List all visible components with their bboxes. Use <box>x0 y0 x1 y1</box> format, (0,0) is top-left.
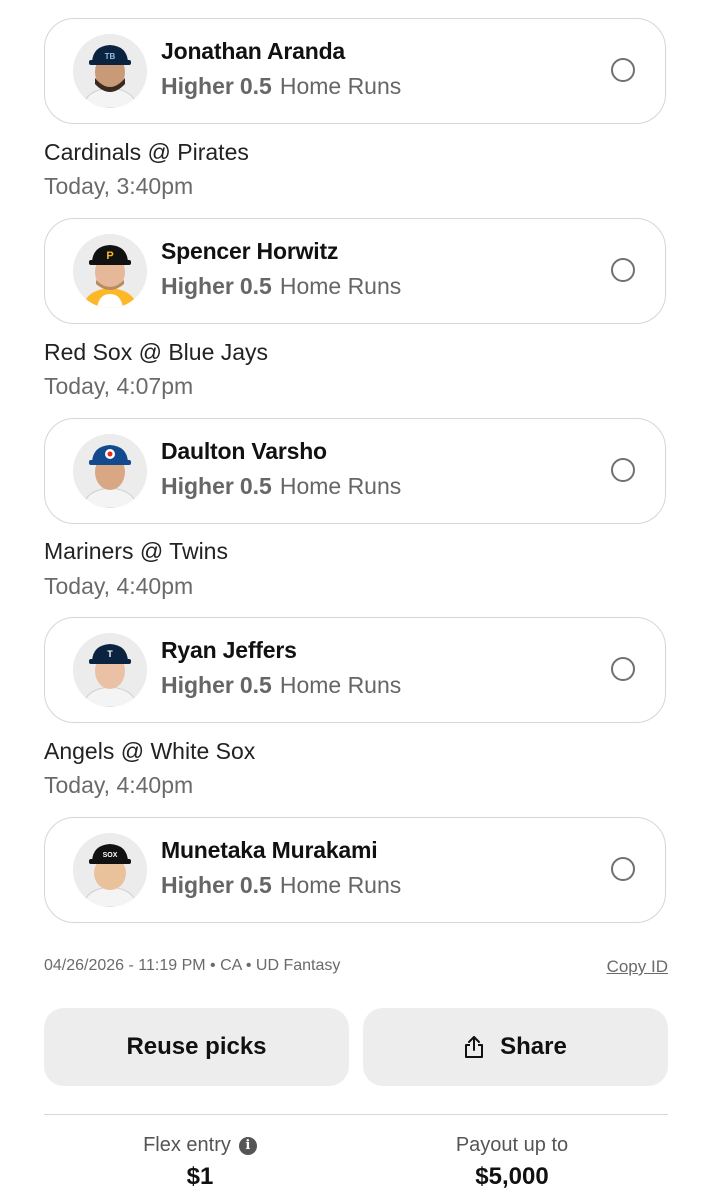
reuse-picks-button[interactable]: Reuse picks <box>44 1008 349 1086</box>
pick-card[interactable]: T Ryan Jeffers Higher 0.5 Home Runs <box>44 617 666 723</box>
select-radio[interactable] <box>611 58 635 82</box>
svg-text:T: T <box>107 649 113 659</box>
pick-value: 0.5 <box>239 73 272 99</box>
select-radio[interactable] <box>611 657 635 681</box>
player-name: Jonathan Aranda <box>161 38 346 64</box>
svg-text:TB: TB <box>105 52 116 61</box>
game-matchup: Cardinals @ Pirates <box>44 139 249 165</box>
player-avatar: T <box>73 633 147 707</box>
pick-stat: Home Runs <box>279 672 402 698</box>
share-label: Share <box>500 1033 567 1060</box>
pick-value: 0.5 <box>239 273 272 299</box>
pick-line: Higher 0.5 Home Runs <box>161 473 401 500</box>
copy-id-link[interactable]: Copy ID <box>607 957 668 977</box>
pick-stat: Home Runs <box>279 273 402 299</box>
select-radio[interactable] <box>611 857 635 881</box>
player-name: Spencer Horwitz <box>161 238 339 264</box>
payout-block: Payout up to $5,000 <box>356 1134 668 1191</box>
pick-card[interactable]: SOX Munetaka Murakami Higher 0.5 Home Runs <box>44 817 666 923</box>
pick-direction: Higher <box>161 872 234 898</box>
pick-direction: Higher <box>161 273 234 299</box>
player-avatar <box>73 434 147 508</box>
pick-line: Higher 0.5 Home Runs <box>161 672 401 699</box>
pick-value: 0.5 <box>239 672 272 698</box>
pick-line: Higher 0.5 Home Runs <box>161 73 401 100</box>
svg-text:SOX: SOX <box>103 852 118 859</box>
player-name: Munetaka Murakami <box>161 837 378 863</box>
game-time: Today, 4:40pm <box>44 772 194 798</box>
player-avatar: SOX <box>73 833 147 907</box>
player-avatar: TB <box>73 34 147 108</box>
share-icon <box>464 1035 484 1059</box>
select-radio[interactable] <box>611 458 635 482</box>
payout-label: Payout up to <box>455 1134 569 1156</box>
game-matchup: Mariners @ Twins <box>44 538 228 564</box>
game-matchup: Angels @ White Sox <box>44 738 256 764</box>
pick-value: 0.5 <box>239 473 272 499</box>
pick-line: Higher 0.5 Home Runs <box>161 273 401 300</box>
share-button[interactable]: Share <box>363 1008 668 1086</box>
payout-amount: $5,000 <box>475 1163 549 1190</box>
entry-type-block: Flex entry i $1 <box>44 1134 356 1191</box>
pick-stat: Home Runs <box>279 473 402 499</box>
game-time: Today, 4:07pm <box>44 373 194 399</box>
game-time: Today, 3:40pm <box>44 173 194 199</box>
divider <box>44 1114 668 1115</box>
pick-direction: Higher <box>161 672 234 698</box>
reuse-picks-label: Reuse picks <box>126 1033 267 1060</box>
entry-meta: 04/26/2026 - 11:19 PM • CA • UD Fantasy <box>44 957 341 974</box>
player-avatar: P <box>73 234 147 308</box>
pick-card[interactable]: Daulton Varsho Higher 0.5 Home Runs <box>44 418 666 524</box>
game-matchup: Red Sox @ Blue Jays <box>44 339 269 365</box>
pick-card[interactable]: P Spencer Horwitz Higher 0.5 Home Runs <box>44 218 666 324</box>
info-icon[interactable]: i <box>238 1136 257 1155</box>
pick-value: 0.5 <box>239 872 272 898</box>
game-time: Today, 4:40pm <box>44 573 194 599</box>
entry-amount: $1 <box>186 1163 214 1190</box>
pick-direction: Higher <box>161 473 234 499</box>
pick-stat: Home Runs <box>279 73 402 99</box>
pick-card[interactable]: TB Jonathan Aranda Higher 0.5 Home Runs <box>44 18 666 124</box>
select-radio[interactable] <box>611 258 635 282</box>
player-name: Daulton Varsho <box>161 438 327 464</box>
pick-stat: Home Runs <box>279 872 402 898</box>
pick-line: Higher 0.5 Home Runs <box>161 872 401 899</box>
svg-text:P: P <box>106 250 113 262</box>
pick-direction: Higher <box>161 73 234 99</box>
player-name: Ryan Jeffers <box>161 637 297 663</box>
entry-type-label: Flex entry <box>143 1134 231 1156</box>
